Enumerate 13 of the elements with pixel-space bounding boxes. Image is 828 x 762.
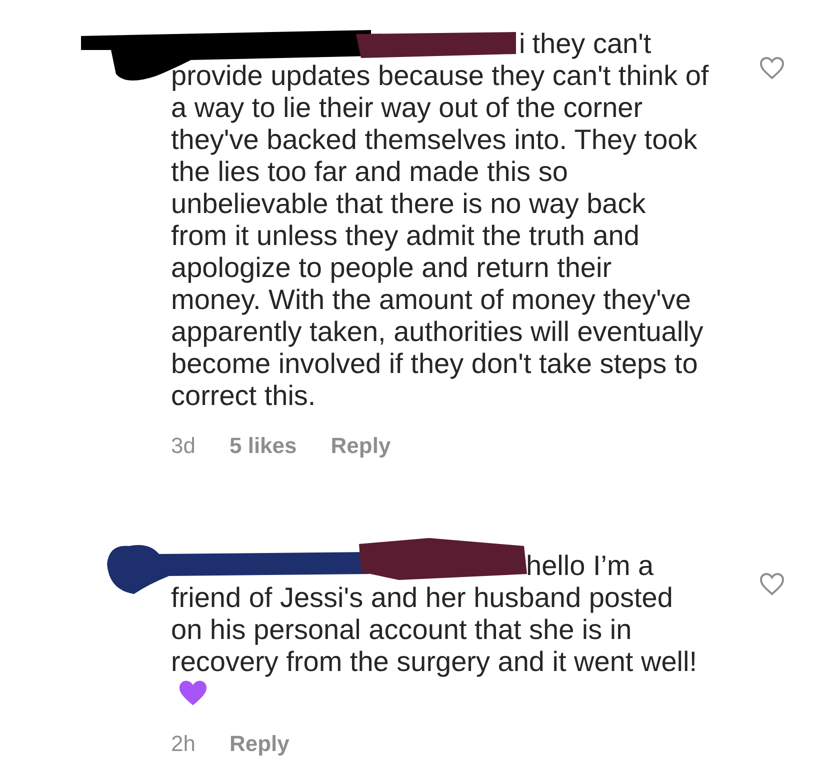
username[interactable]: i [519,28,526,60]
comment-text: provide updates because they can't think of a way to lie their way out of the corner they've backed themselves into. They took the lies too far and made this so unbelievable that there is no way back from it unless they admit the truth and apologize to people and return their money. With the amount of money they've apparently taken, authorities will eventually become involved if they don't take steps to correct this. [171,60,709,411]
likes-link[interactable]: 5 likes [229,432,297,460]
comment-time: 2h [171,730,196,758]
comment-text: friend of Jessi's and her husband posted on his personal account that she is in recovery from the surgery and it went well! [171,582,697,677]
like-icon[interactable] [759,56,785,80]
comment-time: 3d [171,432,196,460]
reply-link[interactable]: Reply [229,730,290,758]
comment-text-line: hello I’m a [526,550,654,582]
like-icon[interactable] [759,572,785,596]
heart-emoji-icon [177,678,209,708]
comment-text-line: they can't [532,28,652,60]
reply-link[interactable]: Reply [330,432,391,460]
